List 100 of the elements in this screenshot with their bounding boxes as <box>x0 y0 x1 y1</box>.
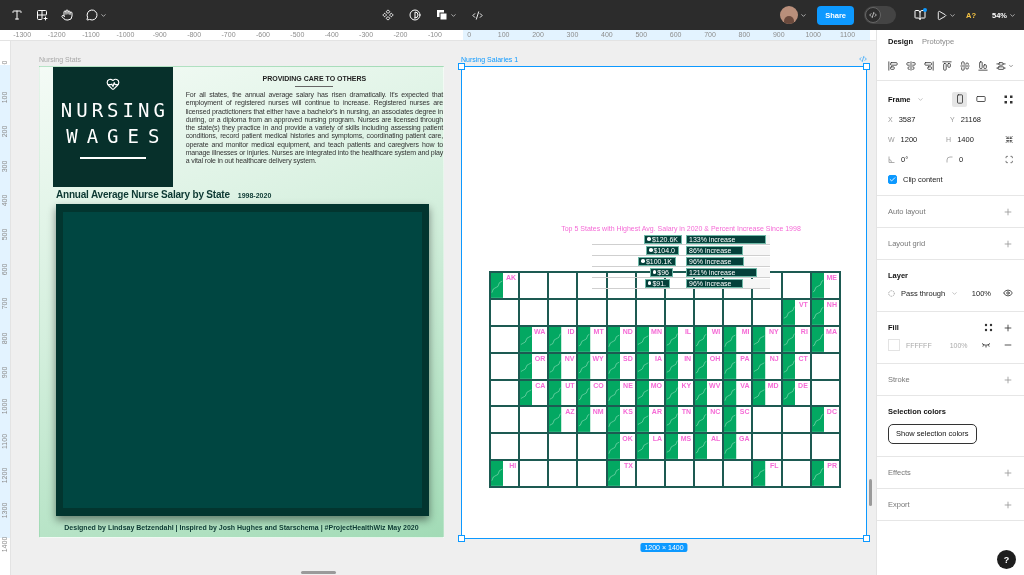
chevron-down-icon[interactable] <box>1009 11 1016 19</box>
trend-chart-drawing <box>607 407 620 433</box>
grid-dots-icon[interactable] <box>1004 94 1013 104</box>
trend-chart-drawing <box>549 407 562 433</box>
scrollbar-thumb[interactable] <box>869 479 872 506</box>
infographic-frame[interactable] <box>39 66 444 538</box>
dot-icon <box>652 270 657 274</box>
trend-chart-drawing <box>636 407 650 433</box>
portrait-icon[interactable] <box>952 91 967 107</box>
trend-chart-drawing <box>724 353 737 379</box>
resize-handle[interactable] <box>458 63 465 70</box>
trend-chart-drawing <box>811 326 825 352</box>
trend-chart-drawing <box>520 380 533 406</box>
trend-chart-drawing <box>753 353 766 379</box>
logo-text: WAGES <box>66 124 169 149</box>
component-icon[interactable] <box>382 9 394 21</box>
blend-icon <box>888 289 895 297</box>
trend-chart-drawing <box>578 407 591 433</box>
text-tool-icon[interactable] <box>11 9 23 21</box>
play-icon[interactable] <box>936 9 947 21</box>
resize-icon[interactable] <box>1004 134 1013 144</box>
trend-chart-drawing <box>607 353 620 379</box>
trend-chart-drawing <box>636 326 650 352</box>
distribute-icon[interactable] <box>996 61 1006 71</box>
chart-title: Annual Average Nurse Salary by State <box>56 189 230 200</box>
trend-chart-drawing <box>695 326 708 352</box>
trend-chart-drawing <box>520 326 533 352</box>
trend-chart-drawing <box>666 380 679 406</box>
trend-chart-drawing <box>811 299 825 325</box>
align-center-icon[interactable] <box>906 61 916 71</box>
trend-chart-drawing <box>578 353 591 379</box>
trend-chart-drawing <box>724 434 737 460</box>
corner-radius-icon <box>946 155 954 163</box>
trend-chart-drawing <box>695 434 708 460</box>
trend-chart-drawing <box>666 407 679 433</box>
clip-checkbox[interactable] <box>888 174 897 184</box>
contrast-icon[interactable] <box>409 9 421 21</box>
dev-mode-toggle[interactable] <box>864 6 896 24</box>
trend-chart-drawing <box>636 434 650 460</box>
trend-chart-drawing <box>607 434 620 460</box>
code-icon[interactable] <box>472 9 483 21</box>
trend-chart-drawing <box>666 353 679 379</box>
fill-squares-icon[interactable] <box>436 9 448 21</box>
dot-icon <box>641 259 645 263</box>
corners-icon[interactable] <box>1004 154 1013 164</box>
trend-chart-drawing <box>753 461 766 486</box>
trend-chart-drawing <box>695 353 708 379</box>
trend-chart-drawing <box>782 299 795 325</box>
trend-chart-drawing <box>607 326 620 352</box>
trend-chart-drawing <box>607 461 620 486</box>
library-icon[interactable] <box>914 9 926 21</box>
trend-chart-drawing <box>549 353 562 379</box>
comment-icon[interactable] <box>86 9 98 21</box>
chevron-down-icon[interactable] <box>949 11 956 19</box>
dot-icon <box>647 281 652 285</box>
trend-chart-drawing <box>666 434 679 460</box>
hand-tool-icon[interactable] <box>61 9 73 21</box>
color-swatch[interactable] <box>888 339 900 351</box>
dot-icon <box>647 237 651 241</box>
resources-icon[interactable] <box>36 9 48 21</box>
align-left-icon[interactable] <box>888 61 898 71</box>
chevron-down-icon[interactable] <box>450 11 457 19</box>
scrollbar-thumb[interactable] <box>301 571 336 574</box>
user-avatar[interactable] <box>780 6 799 24</box>
trend-chart-drawing <box>724 326 737 352</box>
trend-chart-drawing <box>666 326 679 352</box>
trend-chart-drawing <box>695 380 708 406</box>
trend-chart-drawing <box>636 353 650 379</box>
align-right-icon[interactable] <box>924 61 934 71</box>
trend-chart-drawing <box>549 326 562 352</box>
trend-chart-drawing <box>520 353 533 379</box>
notification-dot <box>923 8 927 12</box>
chevron-down-icon[interactable] <box>100 11 107 19</box>
trend-chart-drawing <box>811 407 825 433</box>
code-icon <box>869 11 877 19</box>
plus-icon[interactable] <box>1003 322 1013 333</box>
closed-eye-icon[interactable] <box>981 342 991 348</box>
trend-chart-drawing <box>578 380 591 406</box>
logo-text: NURSING <box>60 98 169 123</box>
dot-icon <box>649 248 653 252</box>
align-bottom-icon[interactable] <box>978 61 988 71</box>
resize-handle[interactable] <box>863 535 870 542</box>
trend-chart-drawing <box>753 380 766 406</box>
trend-chart-drawing <box>491 273 504 298</box>
logo-rule <box>79 157 146 159</box>
heart-pulse-icon <box>105 77 120 91</box>
trend-chart-drawing <box>782 326 795 352</box>
trend-chart-drawing <box>753 326 766 352</box>
resize-handle[interactable] <box>458 535 465 542</box>
trend-chart-drawing <box>782 353 795 379</box>
trend-chart-drawing <box>724 380 737 406</box>
trend-chart-drawing <box>578 326 591 352</box>
chevron-down-icon[interactable] <box>800 11 808 19</box>
grid-dots-icon[interactable] <box>984 323 993 332</box>
eye-icon[interactable] <box>1003 288 1013 298</box>
trend-chart-drawing <box>636 380 650 406</box>
trend-chart-drawing <box>549 380 562 406</box>
align-top-icon[interactable] <box>942 61 952 71</box>
resize-handle[interactable] <box>863 63 870 70</box>
align-middle-icon[interactable] <box>960 61 970 71</box>
